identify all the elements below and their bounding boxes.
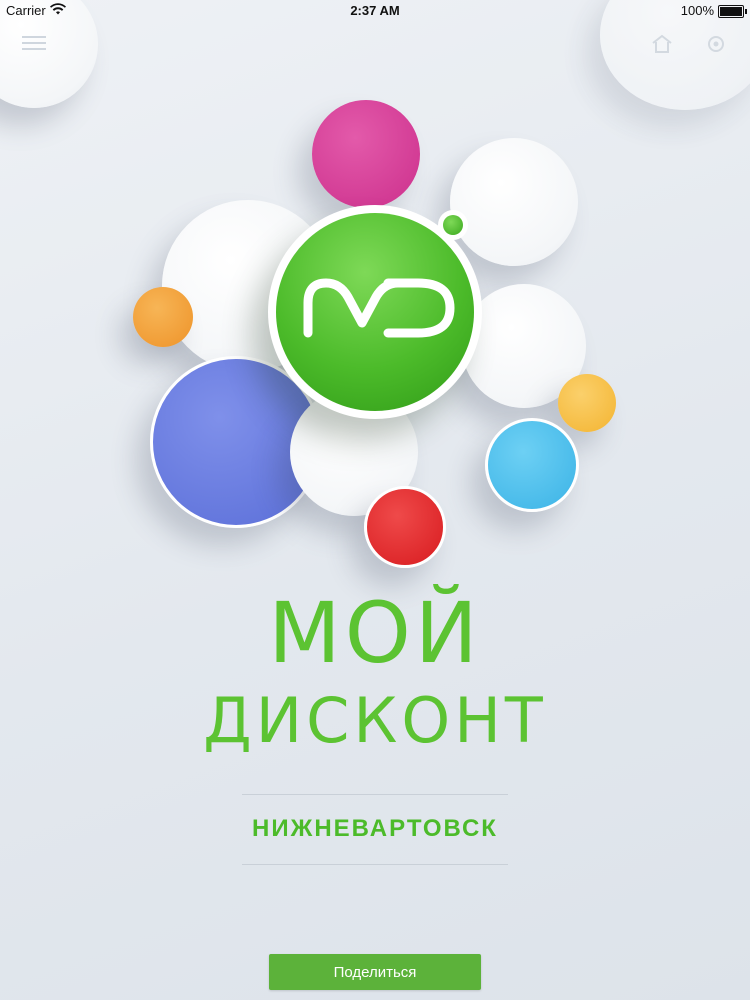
city-name: НИЖНЕВАРТОВСК (252, 815, 498, 842)
logo-accent-dot (438, 210, 468, 240)
decor-circle-yellow (558, 374, 616, 432)
battery-icon (718, 5, 747, 18)
decor-circle-magenta (312, 100, 420, 208)
share-button[interactable]: Поделиться (269, 954, 481, 990)
hamburger-menu-icon[interactable] (22, 32, 46, 56)
battery-percent: 100% (680, 3, 714, 18)
divider-top (242, 794, 508, 795)
settings-icon[interactable] (704, 32, 728, 56)
divider-bottom (242, 864, 508, 865)
brand-title-line2: ДИСКОНТ (203, 684, 547, 757)
status-bar: Carrier 2:37 AM 100% (0, 0, 750, 22)
decor-circle-orange (133, 287, 193, 347)
home-icon[interactable] (650, 32, 674, 56)
decor-circle-sky (485, 418, 579, 512)
status-time: 2:37 AM (350, 3, 400, 18)
decor-circle-red (364, 486, 446, 568)
brand-title-line1: МОЙ (268, 584, 482, 682)
